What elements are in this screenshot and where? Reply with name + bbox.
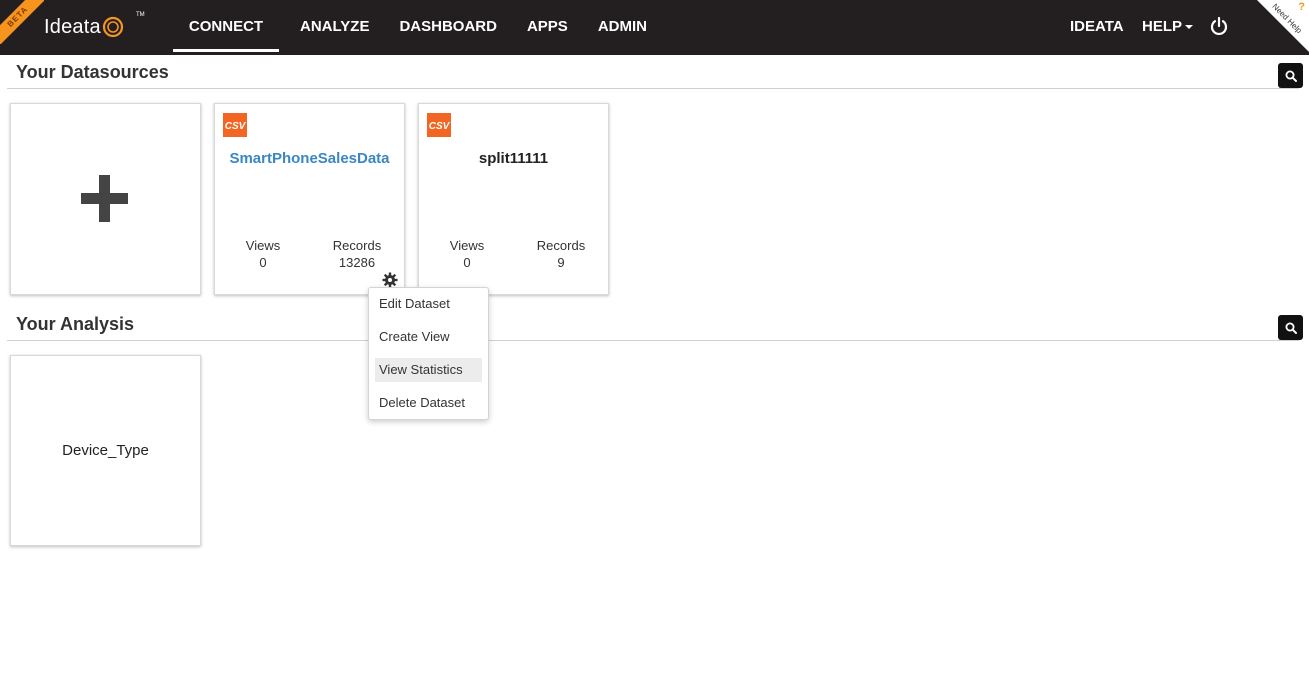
brand-trademark: TM [136, 12, 145, 18]
views-label: Views [245, 238, 281, 253]
svg-text:CSV: CSV [225, 121, 247, 132]
nav-connect[interactable]: CONNECT [173, 0, 279, 55]
need-help-corner[interactable]: ? Need Help [1257, 0, 1309, 52]
search-icon [1285, 70, 1297, 82]
menu-item-create-view[interactable]: Create View [375, 325, 482, 349]
menu-item-view-statistics[interactable]: View Statistics [375, 358, 482, 382]
gear-icon[interactable] [382, 272, 398, 288]
caret-down-icon [1185, 25, 1194, 30]
help-label: HELP [1142, 18, 1183, 35]
views-stat: Views 0 [427, 237, 507, 271]
views-label: Views [449, 238, 485, 253]
views-stat: Views 0 [223, 237, 303, 271]
main-nav: CONNECT ANALYZE DASHBOARD APPS ADMIN [173, 0, 662, 55]
records-label: Records [332, 238, 382, 253]
power-icon[interactable] [1209, 16, 1229, 36]
analysis-search-button[interactable] [1278, 315, 1303, 340]
user-menu[interactable]: IDEATA [1070, 0, 1124, 55]
analysis-title: Your Analysis [16, 314, 135, 334]
datasource-name[interactable]: split11111 [419, 150, 608, 167]
datasource-card[interactable]: CSV SmartPhoneSalesData Views 0 Records … [214, 103, 405, 295]
views-value: 0 [259, 255, 267, 270]
brand-name: Ideata [44, 15, 101, 38]
csv-file-icon: CSV [223, 113, 247, 137]
views-value: 0 [463, 255, 471, 270]
plus-icon [81, 175, 128, 222]
top-navbar: BETA Ideata TM CONNECT ANALYZE DASHBOARD… [0, 0, 1309, 55]
add-datasource-card[interactable] [10, 103, 201, 295]
datasources-divider [7, 88, 1299, 89]
records-value: 13286 [338, 255, 376, 270]
menu-item-delete-dataset[interactable]: Delete Dataset [375, 391, 482, 415]
beta-ribbon: BETA [0, 0, 44, 44]
analysis-name: Device_Type [62, 442, 149, 459]
search-icon [1285, 322, 1297, 334]
datasources-title: Your Datasources [16, 62, 169, 82]
logo-swirl-icon [102, 16, 123, 38]
dataset-context-menu: Edit Dataset Create View View Statistics… [368, 287, 489, 420]
datasource-card[interactable]: CSV split11111 Views 0 Records 9 [418, 103, 609, 295]
records-label: Records [536, 238, 586, 253]
analysis-card[interactable]: Device_Type [10, 355, 201, 546]
help-menu[interactable]: HELP [1142, 0, 1194, 55]
question-icon: ? [1298, 1, 1305, 13]
records-value: 9 [557, 255, 565, 270]
brand-logo[interactable]: Ideata TM [44, 12, 145, 42]
nav-apps[interactable]: APPS [512, 0, 583, 55]
datasource-name[interactable]: SmartPhoneSalesData [215, 150, 404, 167]
beta-label: BETA [0, 0, 44, 44]
csv-file-icon: CSV [427, 113, 451, 137]
datasources-search-button[interactable] [1278, 63, 1303, 88]
svg-text:CSV: CSV [429, 121, 451, 132]
records-stat: Records 9 [521, 237, 601, 271]
nav-analyze[interactable]: ANALYZE [285, 0, 384, 55]
nav-admin[interactable]: ADMIN [583, 0, 662, 55]
analysis-divider [7, 340, 1299, 341]
menu-item-edit-dataset[interactable]: Edit Dataset [375, 292, 482, 316]
nav-dashboard[interactable]: DASHBOARD [384, 0, 512, 55]
records-stat: Records 13286 [317, 237, 397, 271]
